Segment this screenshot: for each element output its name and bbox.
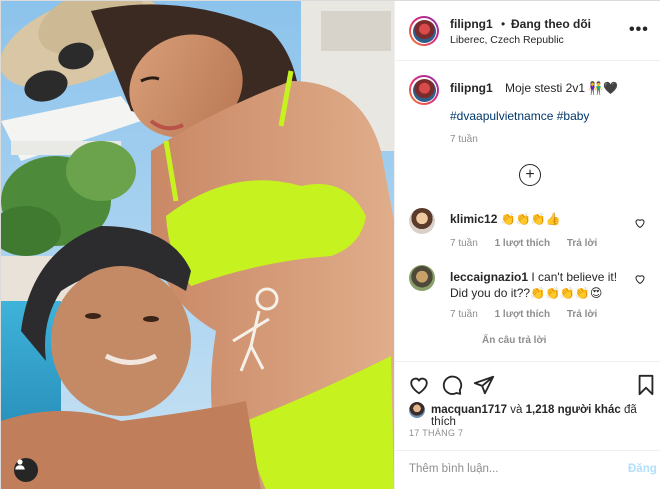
load-more-comments-button[interactable]: +	[519, 164, 541, 186]
comment-likes[interactable]: 1 lượt thích	[495, 309, 550, 320]
comment-likes[interactable]: 1 lượt thích	[495, 238, 550, 249]
header-separator: •	[501, 17, 506, 31]
author-username[interactable]: filipng1	[450, 17, 493, 31]
add-comment-input[interactable]: Thêm bình luận...	[409, 463, 499, 475]
caption-timestamp[interactable]: 7 tuần	[450, 134, 478, 145]
caption-hashtags[interactable]: #dvaapulvietnamce #baby	[450, 109, 589, 123]
comment-item: klimic12 👏👏👏👍	[450, 212, 560, 226]
caption-username[interactable]: filipng1	[450, 81, 493, 95]
tagged-users-button[interactable]	[14, 458, 38, 482]
add-comment-bar: Thêm bình luận... Đăng	[395, 450, 660, 489]
comment-username[interactable]: leccaignazio1	[450, 270, 528, 284]
caption-text: Moje stesti 2v1 👫🖤	[505, 81, 619, 95]
comment-avatar[interactable]	[409, 265, 435, 291]
likes-summary: macquan1717 và 1,218 người khác đã thích	[431, 404, 660, 428]
comment-username[interactable]: klimic12	[450, 212, 497, 226]
author-avatar[interactable]	[409, 16, 439, 46]
comment-meta: 7 tuần 1 lượt thích Trả lời	[450, 309, 611, 320]
comment-item: leccaignazio1 I can't believe it! Did yo…	[450, 269, 630, 301]
like-heart-icon[interactable]	[408, 374, 430, 396]
liker-username[interactable]: macquan1717	[431, 404, 507, 416]
comment-meta: 7 tuần 1 lượt thích Trả lời	[450, 238, 611, 249]
plus-icon: +	[525, 166, 535, 183]
post-comment-button[interactable]: Đăng	[628, 463, 657, 475]
save-bookmark-icon[interactable]	[635, 374, 657, 396]
hide-replies-button[interactable]: Ẩn câu trả lời	[482, 335, 546, 346]
reply-button[interactable]: Trả lời	[567, 309, 597, 320]
photo-illustration	[1, 1, 394, 489]
more-options-button[interactable]: •••	[629, 21, 649, 39]
post-photo[interactable]	[1, 1, 394, 489]
like-comment-heart-icon[interactable]	[634, 217, 646, 229]
person-icon	[15, 459, 25, 470]
post-side-panel: filipng1 • Đang theo dõi Liberec, Czech …	[394, 1, 660, 489]
post-dialog: filipng1 • Đang theo dõi Liberec, Czech …	[0, 0, 660, 489]
post-date[interactable]: 17 THÁNG 7	[409, 428, 463, 438]
like-comment-heart-icon[interactable]	[634, 273, 646, 285]
reply-button[interactable]: Trả lời	[567, 238, 597, 249]
caption-avatar[interactable]	[409, 75, 439, 105]
share-paper-plane-icon[interactable]	[473, 374, 495, 396]
following-status[interactable]: Đang theo dõi	[511, 17, 591, 31]
likes-conjunction: và	[507, 404, 526, 416]
comment-time[interactable]: 7 tuần	[450, 238, 478, 249]
comment-text: 👏👏👏👍	[500, 212, 561, 226]
post-location[interactable]: Liberec, Czech Republic	[450, 34, 564, 46]
liker-avatar[interactable]	[409, 402, 425, 418]
comment-bubble-icon[interactable]	[441, 374, 463, 396]
post-header: filipng1 • Đang theo dõi Liberec, Czech …	[395, 1, 660, 61]
comment-time[interactable]: 7 tuần	[450, 309, 478, 320]
comment-avatar[interactable]	[409, 208, 435, 234]
likes-others-count[interactable]: 1,218 người khác	[526, 404, 621, 416]
